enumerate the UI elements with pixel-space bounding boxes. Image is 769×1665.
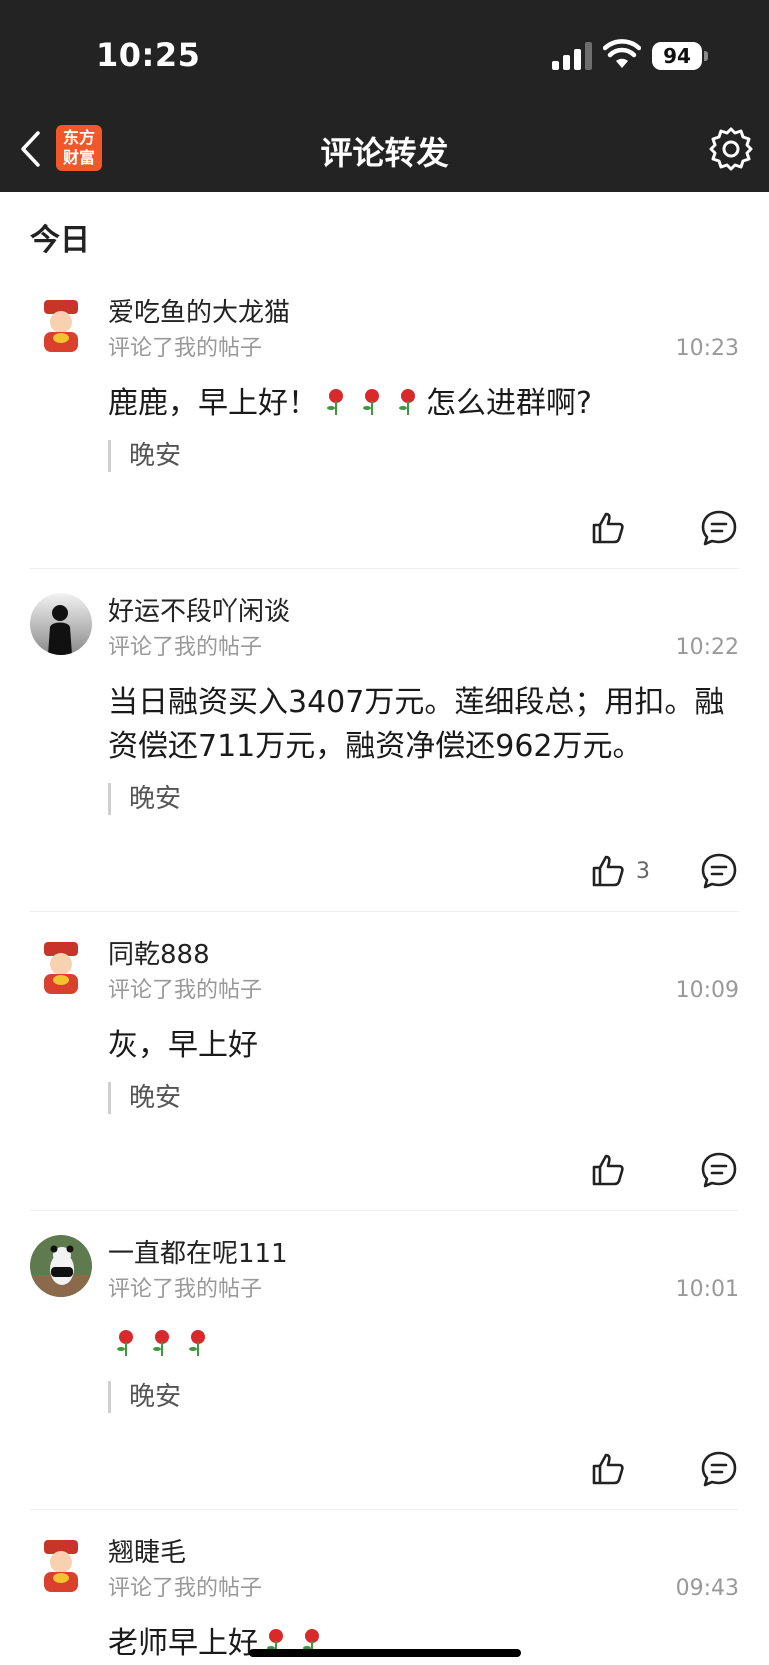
comment-text: 老师早上好 [108,1622,739,1665]
like-button[interactable]: 3 [590,851,650,891]
rose-emoji [189,1330,205,1356]
action-text: 评论了我的帖子 [108,1576,263,1601]
comment-text [108,1323,739,1367]
battery-cap [704,51,708,61]
quoted-post[interactable]: 晚安 [108,440,739,472]
avatar[interactable] [30,936,92,998]
comment-text: 当日融资买入3407万元。莲细段总；用扣。融资偿还711万元，融资净偿还962万… [108,685,725,764]
avatar[interactable] [30,593,92,655]
thumbs-up-icon [592,512,624,544]
timestamp: 09:43 [675,1576,739,1601]
username[interactable]: 翘睫毛 [108,1534,739,1572]
rose-emoji [153,1330,169,1356]
username[interactable]: 一直都在呢111 [108,1235,739,1273]
comment-text-part: 老师早上好 [108,1626,258,1661]
username[interactable]: 同乾888 [108,936,739,974]
home-indicator[interactable] [249,1649,521,1657]
timestamp: 10:23 [675,336,739,361]
rose-emoji [399,389,415,415]
like-button[interactable] [590,1449,636,1489]
like-button[interactable] [590,1150,636,1190]
action-text: 评论了我的帖子 [108,336,263,361]
comment-item[interactable]: 爱吃鱼的大龙猫 评论了我的帖子 10:23 鹿鹿，早上好！ 怎么进群啊? 晚安 [30,270,739,569]
comment-bubble-icon[interactable] [699,1449,739,1489]
comment-text: 灰，早上好 [108,1028,258,1063]
like-button[interactable] [590,508,636,548]
status-bar: 10:25 94 [0,0,769,106]
status-time: 10:25 [96,36,201,74]
rose-emoji [363,389,379,415]
comment-bubble-icon[interactable] [699,508,739,548]
like-count: 3 [636,858,650,884]
action-text: 评论了我的帖子 [108,635,263,660]
rose-emoji [327,389,343,415]
quoted-post[interactable]: 晚安 [108,1381,739,1413]
comment-text-part: 鹿鹿，早上好！ [108,386,318,421]
username[interactable]: 好运不段吖闲谈 [108,593,739,631]
comment-bubble-icon[interactable] [699,851,739,891]
comment-item[interactable]: 一直都在呢111 评论了我的帖子 10:01 晚安 [30,1211,739,1510]
page-title: 评论转发 [320,134,449,172]
avatar[interactable] [30,294,92,356]
signal-icon [552,42,596,70]
avatar[interactable] [30,1235,92,1297]
timestamp: 10:09 [675,978,739,1003]
thumbs-up-icon [592,855,624,887]
username[interactable]: 爱吃鱼的大龙猫 [108,294,739,332]
quoted-post[interactable]: 晚安 [108,783,739,815]
action-text: 评论了我的帖子 [108,978,263,1003]
thumbs-up-icon [592,1453,624,1485]
comment-text-part: 怎么进群啊? [426,386,592,421]
thumbs-up-icon [592,1154,624,1186]
timestamp: 10:22 [675,635,739,660]
comment-feed: 爱吃鱼的大龙猫 评论了我的帖子 10:23 鹿鹿，早上好！ 怎么进群啊? 晚安 [0,270,769,1665]
nav-bar: 东方 财富 评论转发 [0,106,769,192]
comment-item[interactable]: 翘睫毛 评论了我的帖子 09:43 老师早上好 [30,1510,739,1665]
quoted-post[interactable]: 晚安 [108,1082,739,1114]
gear-icon[interactable] [707,125,755,173]
action-text: 评论了我的帖子 [108,1277,263,1302]
avatar[interactable] [30,1534,92,1596]
section-label-today: 今日 [30,223,90,258]
comment-item[interactable]: 好运不段吖闲谈 评论了我的帖子 10:22 当日融资买入3407万元。莲细段总；… [30,569,739,912]
battery-indicator: 94 [652,42,702,70]
comment-item[interactable]: 同乾888 评论了我的帖子 10:09 灰，早上好 晚安 [30,912,739,1211]
wifi-icon [603,39,641,68]
timestamp: 10:01 [675,1277,739,1302]
comment-text: 鹿鹿，早上好！ 怎么进群啊? [108,382,739,426]
comment-bubble-icon[interactable] [699,1150,739,1190]
rose-emoji [117,1330,133,1356]
